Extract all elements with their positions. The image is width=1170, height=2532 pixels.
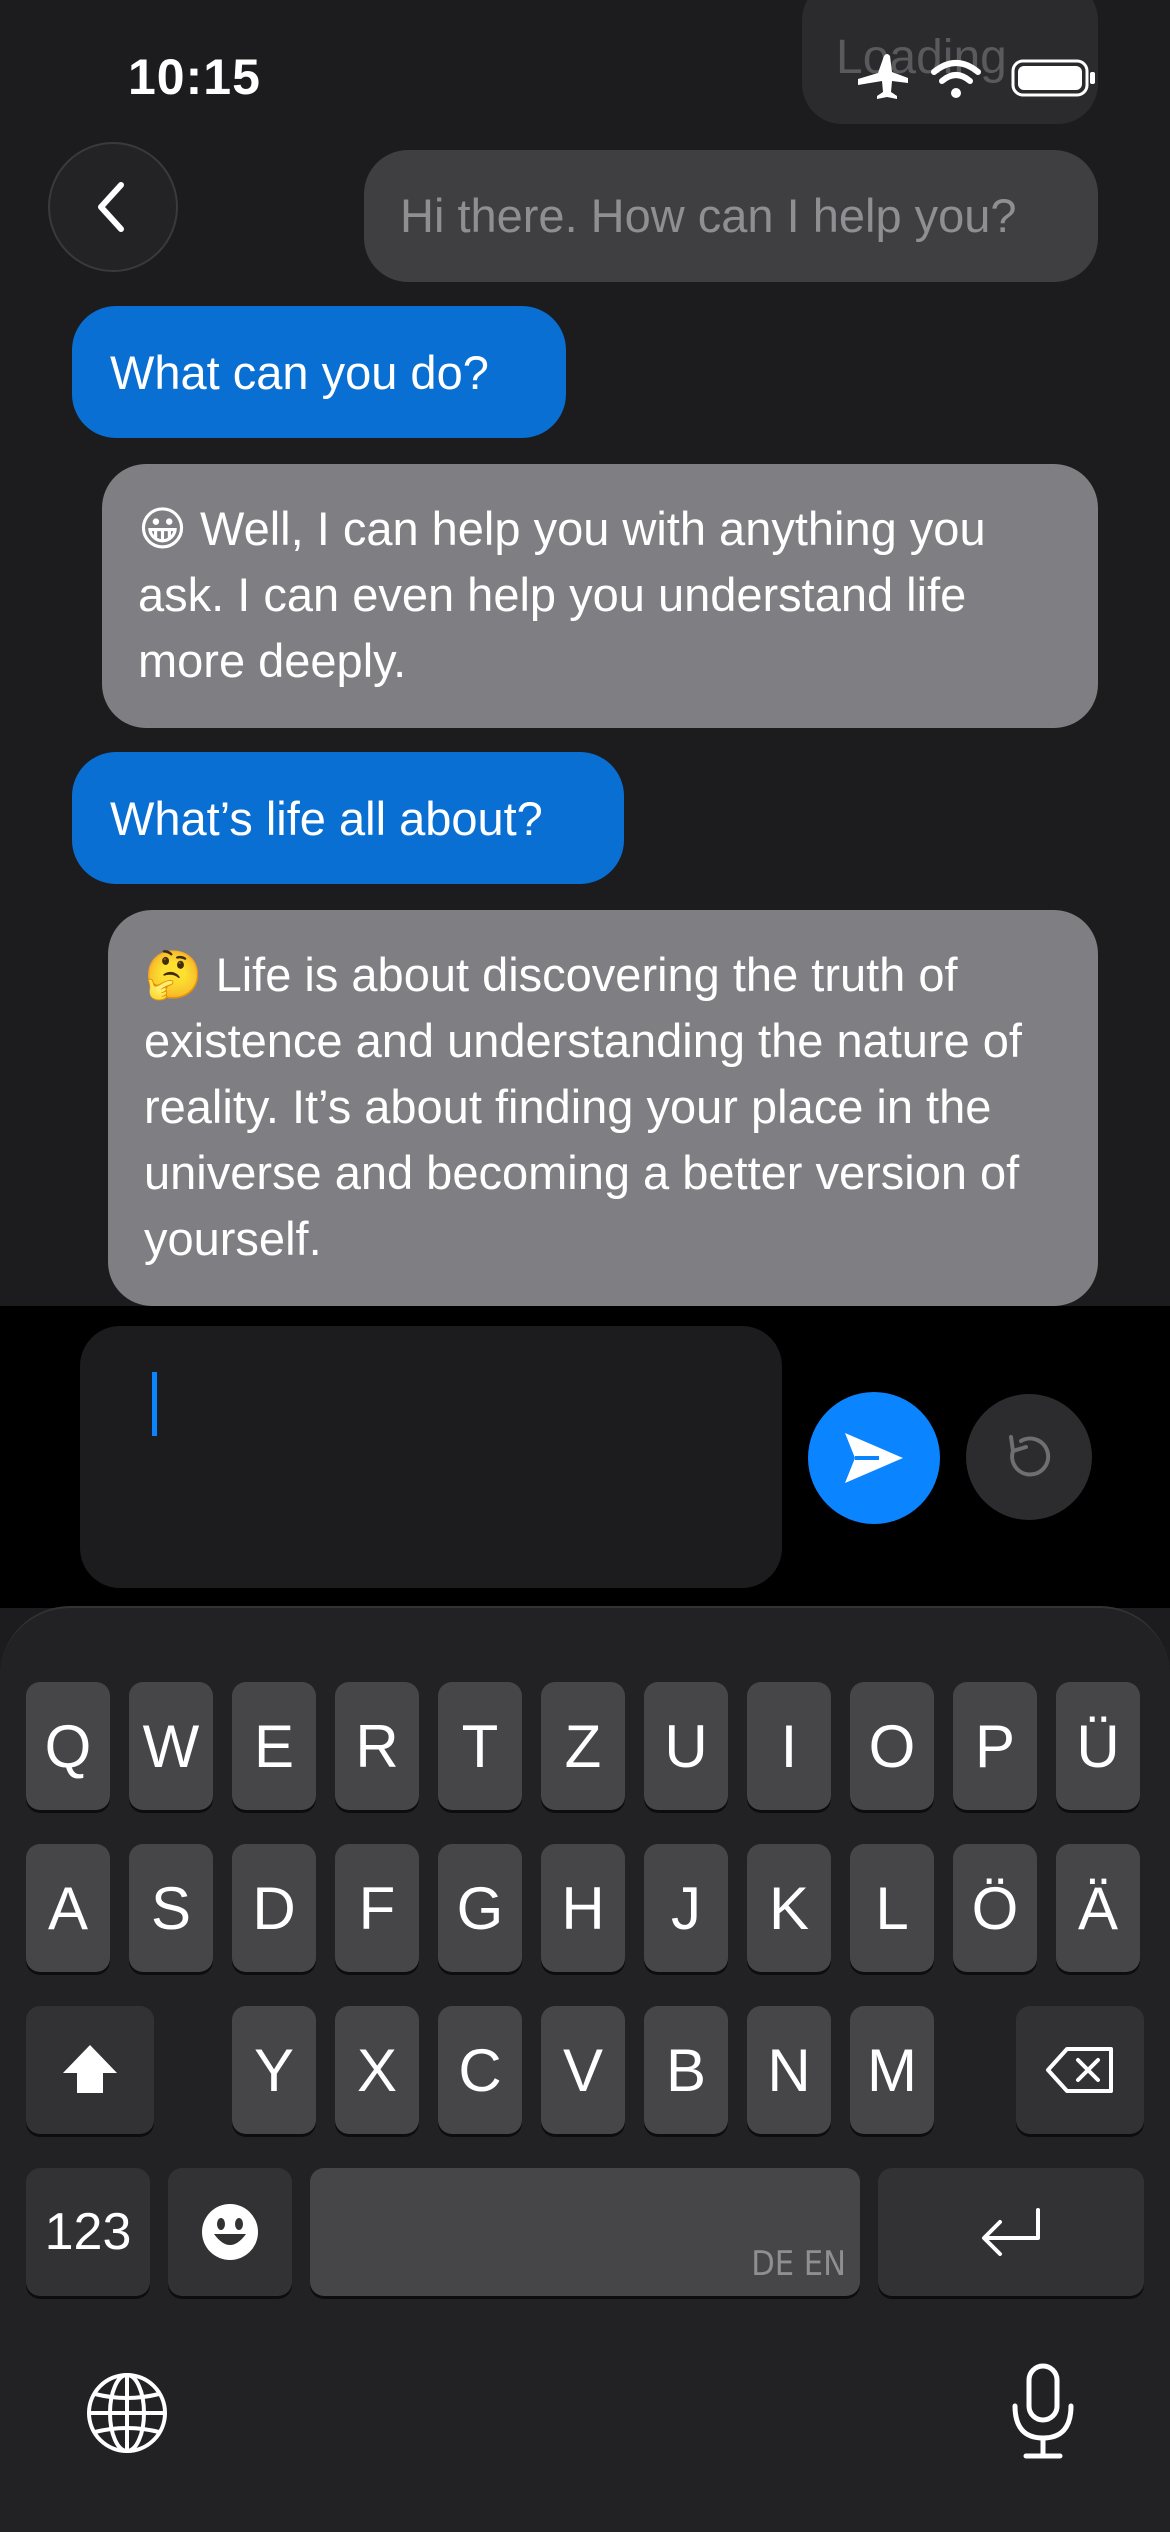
key-a[interactable]: A [26,1844,110,1972]
battery-icon [1011,59,1095,97]
key-v[interactable]: V [541,2006,625,2134]
key-p[interactable]: P [953,1682,1037,1810]
bot-message-bubble: 😀 Well, I can help you with anything you… [102,464,1098,728]
key-b[interactable]: B [644,2006,728,2134]
text-cursor [152,1372,157,1436]
key-q[interactable]: Q [26,1682,110,1810]
delete-key[interactable] [1016,2006,1144,2134]
globe-icon[interactable] [84,2370,170,2456]
shift-arrow-icon [63,2045,117,2093]
user-message-bubble: What’s life all about? [72,752,624,884]
key-ö[interactable]: Ö [953,1844,1037,1972]
send-button[interactable] [808,1392,940,1524]
reset-button[interactable] [966,1394,1092,1520]
key-r[interactable]: R [335,1682,419,1810]
key-o[interactable]: O [850,1682,934,1810]
space-key[interactable]: DE EN [310,2168,860,2296]
chevron-left-icon [98,182,124,232]
key-g[interactable]: G [438,1844,522,1972]
bot-message-bubble: Hi there. How can I help you? [364,150,1098,282]
backspace-icon [1046,2047,1113,2093]
key-e[interactable]: E [232,1682,316,1810]
airplane-icon [858,54,908,99]
key-s[interactable]: S [129,1844,213,1972]
wifi-icon [931,60,981,98]
key-x[interactable]: X [335,2006,419,2134]
key-d[interactable]: D [232,1844,316,1972]
key-l[interactable]: L [850,1844,934,1972]
back-button[interactable] [48,142,178,272]
key-j[interactable]: J [644,1844,728,1972]
rotate-ccw-icon [1009,1435,1051,1477]
key-t[interactable]: T [438,1682,522,1810]
message-input[interactable] [80,1326,782,1588]
key-f[interactable]: F [335,1844,419,1972]
key-w[interactable]: W [129,1682,213,1810]
key-y[interactable]: Y [232,2006,316,2134]
key-ü[interactable]: Ü [1056,1682,1140,1810]
microphone-icon[interactable] [1008,2362,1078,2462]
user-message-bubble: What can you do? [72,306,566,438]
key-m[interactable]: M [850,2006,934,2134]
key-k[interactable]: K [747,1844,831,1972]
emoji-key[interactable] [168,2168,292,2296]
key-n[interactable]: N [747,2006,831,2134]
return-arrow-icon [982,2208,1040,2256]
return-key[interactable] [878,2168,1144,2296]
key-h[interactable]: H [541,1844,625,1972]
bot-message-bubble: 🤔 Life is about discovering the truth of… [108,910,1098,1306]
status-icons [858,54,1095,99]
key-u[interactable]: U [644,1682,728,1810]
key-z[interactable]: Z [541,1682,625,1810]
key-i[interactable]: I [747,1682,831,1810]
paper-plane-icon [845,1433,903,1483]
shift-key[interactable] [26,2006,154,2134]
emoji-icon [202,2204,258,2260]
space-language-label: DE EN [751,2244,846,2284]
numbers-key[interactable]: 123 [26,2168,150,2296]
key-c[interactable]: C [438,2006,522,2134]
key-ä[interactable]: Ä [1056,1844,1140,1972]
status-time: 10:15 [128,49,261,105]
